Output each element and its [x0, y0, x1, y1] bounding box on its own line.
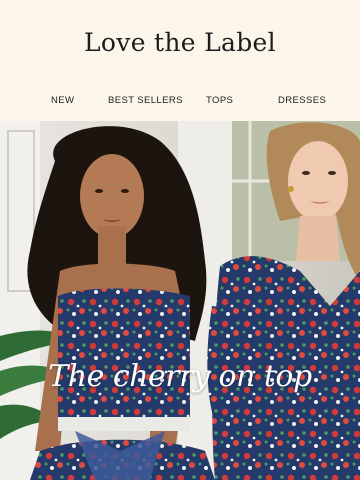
hero-tagline: The cherry on top	[48, 359, 312, 394]
hero-banner[interactable]: The cherry on top	[0, 121, 360, 480]
nav-item-dresses[interactable]: DRESSES	[278, 95, 326, 106]
main-nav: NEW BEST SELLERS TOPS DRESSES	[0, 95, 360, 109]
nav-item-best-sellers[interactable]: BEST SELLERS	[108, 95, 183, 106]
email-header: Love the Label NEW BEST SELLERS TOPS DRE…	[0, 0, 360, 120]
brand-logo[interactable]: Love the Label	[0, 28, 360, 57]
hero-image	[0, 121, 360, 480]
nav-item-tops[interactable]: TOPS	[206, 95, 233, 106]
nav-item-new[interactable]: NEW	[51, 95, 74, 106]
